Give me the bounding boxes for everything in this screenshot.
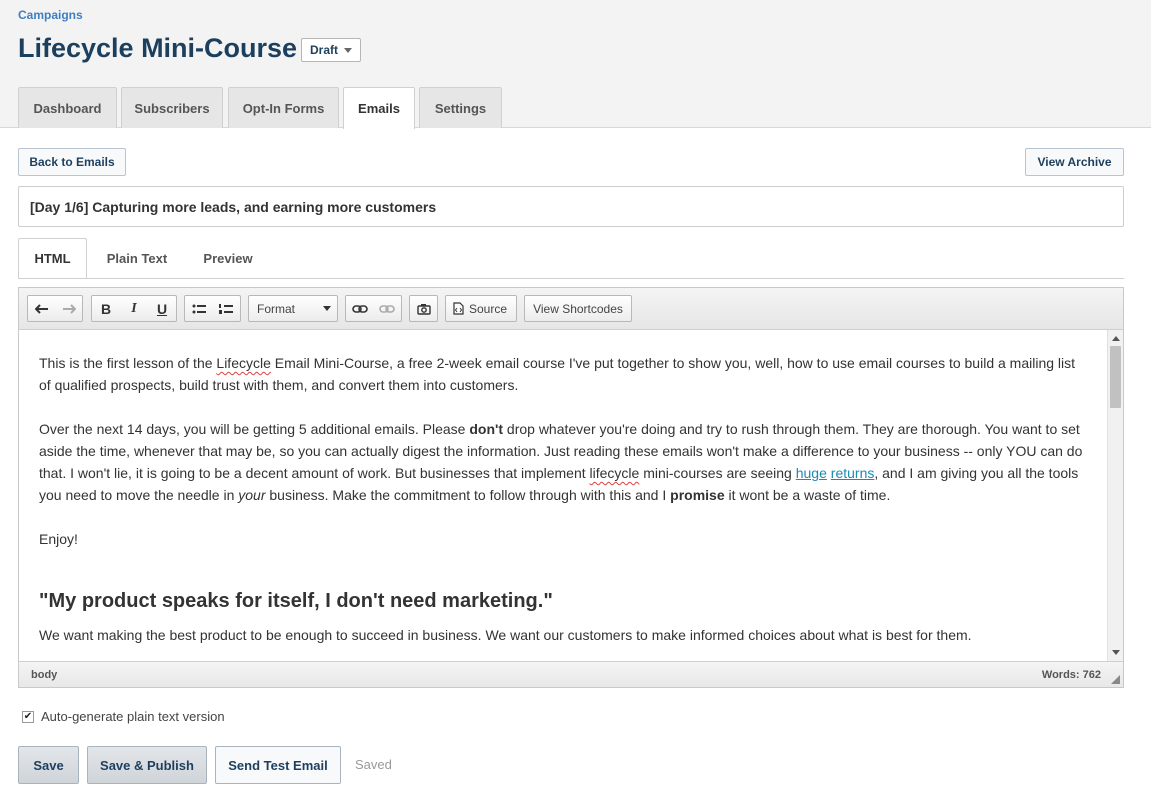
auto-generate-checkbox[interactable]: ✔ xyxy=(22,710,34,723)
text-run: business. Make the commitment to follow … xyxy=(265,487,671,503)
undo-icon[interactable] xyxy=(28,296,55,321)
breadcrumb[interactable]: Campaigns xyxy=(18,8,83,22)
tab-settings[interactable]: Settings xyxy=(419,87,502,128)
editor-tabs-divider xyxy=(18,278,1124,279)
bold-text: don't xyxy=(469,421,504,437)
text-run: it wont be a waste of time. xyxy=(724,487,891,503)
italic-text: your xyxy=(238,487,266,503)
save-status: Saved xyxy=(355,757,392,772)
unlink-icon[interactable] xyxy=(374,296,402,321)
camera-icon[interactable] xyxy=(410,296,437,321)
bullet-list-icon[interactable] xyxy=(185,296,213,321)
format-label: Format xyxy=(257,301,296,316)
auto-generate-option[interactable]: ✔ Auto-generate plain text version xyxy=(22,709,225,724)
scroll-down-arrow-icon[interactable] xyxy=(1112,650,1120,655)
link-icon[interactable] xyxy=(346,296,374,321)
subject-input[interactable]: [Day 1/6] Capturing more leads, and earn… xyxy=(18,186,1124,227)
save-publish-button[interactable]: Save & Publish xyxy=(87,746,207,784)
format-dropdown[interactable]: Format xyxy=(248,295,338,322)
italic-icon[interactable]: I xyxy=(120,296,148,321)
paragraph-body: We want making the best product to be en… xyxy=(39,627,972,643)
numbered-list-icon[interactable] xyxy=(213,296,241,321)
save-button[interactable]: Save xyxy=(18,746,79,784)
paragraph-enjoy: Enjoy! xyxy=(39,531,78,547)
spell-error-word: lifecycle xyxy=(589,465,640,481)
content-link-returns[interactable]: returns xyxy=(831,465,875,481)
send-test-email-button[interactable]: Send Test Email xyxy=(215,746,341,784)
chevron-down-icon xyxy=(323,306,331,311)
paragraph-intro: This is the first lesson of the Lifecycl… xyxy=(39,352,1087,396)
redo-icon[interactable] xyxy=(55,296,82,321)
auto-generate-label: Auto-generate plain text version xyxy=(41,709,225,724)
chevron-down-icon xyxy=(344,47,353,53)
image-group xyxy=(409,295,438,322)
editor-tab-plain-text[interactable]: Plain Text xyxy=(94,238,180,279)
bold-text: promise xyxy=(670,487,725,503)
element-path[interactable]: body xyxy=(31,669,57,681)
tab-opt-in-forms[interactable]: Opt-In Forms xyxy=(228,87,339,128)
text-run: This is the first lesson of the xyxy=(39,355,217,371)
campaign-header: Campaigns Lifecycle Mini-Course Draft Da… xyxy=(0,0,1151,129)
editor-toolbar: B I U Format Source View Shortcodes xyxy=(19,288,1123,330)
text-run: Over the next 14 days, you will be getti… xyxy=(39,421,470,437)
paragraph-commitment: Over the next 14 days, you will be getti… xyxy=(39,418,1087,506)
scroll-thumb[interactable] xyxy=(1110,346,1121,408)
history-group xyxy=(27,295,83,322)
link-group xyxy=(345,295,402,322)
rich-text-editor: B I U Format Source View Shortcodes This… xyxy=(18,287,1124,688)
spell-error-word: Lifecycle xyxy=(216,355,271,371)
resize-handle-icon[interactable] xyxy=(1111,675,1120,684)
tab-dashboard[interactable]: Dashboard xyxy=(18,87,117,128)
source-label: Source xyxy=(469,301,508,316)
status-dropdown[interactable]: Draft xyxy=(301,38,361,62)
text-run: mini-courses are seeing xyxy=(639,465,796,481)
status-label: Draft xyxy=(310,43,339,57)
editor-content[interactable]: This is the first lesson of the Lifecycl… xyxy=(19,330,1107,661)
view-shortcodes-label: View Shortcodes xyxy=(533,301,623,316)
tab-emails[interactable]: Emails xyxy=(343,87,415,129)
list-group xyxy=(184,295,241,322)
view-archive-button[interactable]: View Archive xyxy=(1025,148,1124,176)
content-link-huge[interactable]: huge xyxy=(796,465,827,481)
bold-icon[interactable]: B xyxy=(92,296,120,321)
text-style-group: B I U xyxy=(91,295,177,322)
tab-subscribers[interactable]: Subscribers xyxy=(121,87,223,128)
editor-scrollbar[interactable] xyxy=(1107,330,1123,661)
view-shortcodes-button[interactable]: View Shortcodes xyxy=(524,295,632,322)
editor-tab-preview[interactable]: Preview xyxy=(190,238,266,279)
editor-statusbar: body Words: 762 xyxy=(19,661,1123,687)
underline-icon[interactable]: U xyxy=(148,296,176,321)
page-title: Lifecycle Mini-Course xyxy=(18,33,298,63)
editor-tab-html[interactable]: HTML xyxy=(18,238,87,279)
source-button[interactable]: Source xyxy=(445,295,517,322)
scroll-up-arrow-icon[interactable] xyxy=(1112,336,1120,341)
back-to-emails-button[interactable]: Back to Emails xyxy=(18,148,126,176)
word-count: Words: 762 xyxy=(1041,669,1101,681)
content-heading: "My product speaks for itself, I don't n… xyxy=(39,590,553,612)
source-code-icon xyxy=(453,302,464,315)
